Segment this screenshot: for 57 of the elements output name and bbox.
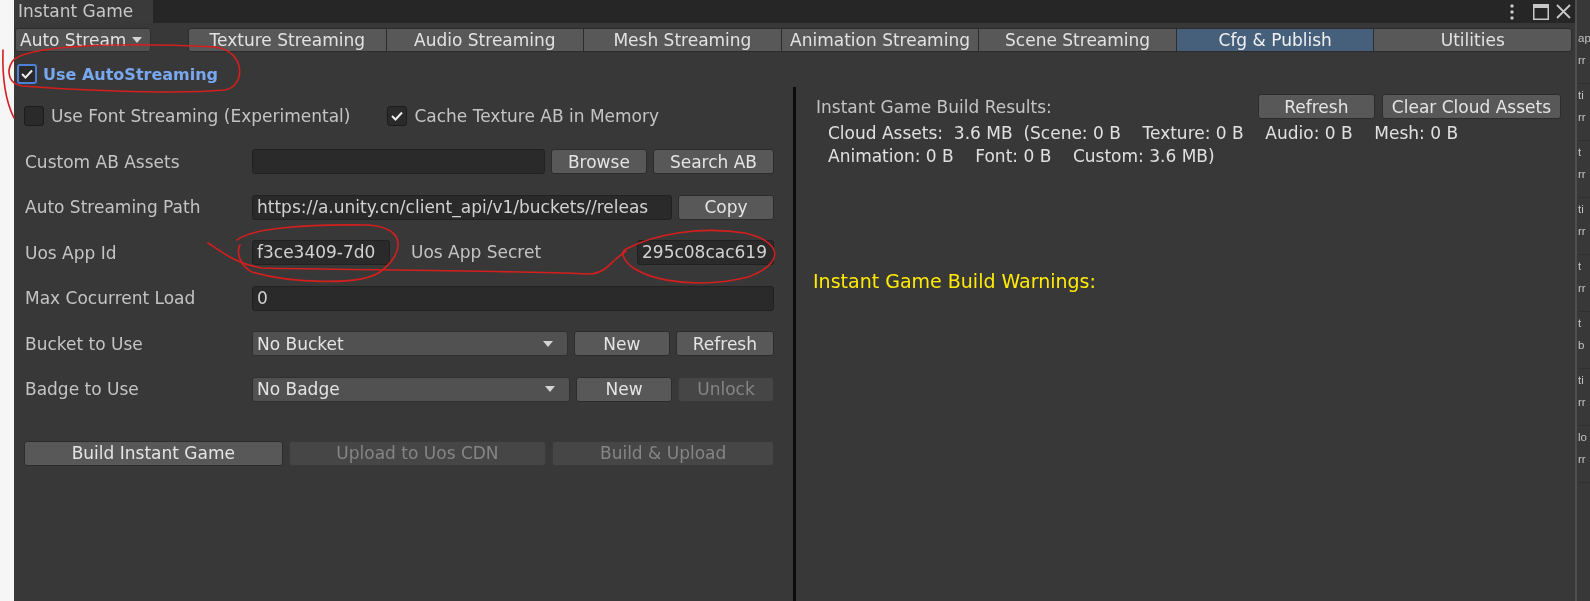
results-button[interactable]: Refresh [1257, 94, 1375, 119]
form-button[interactable]: Copy [678, 194, 774, 220]
kebab-menu-icon[interactable] [1510, 3, 1514, 20]
results-summary: Cloud Assets: 3.6 MB (Scene: 0 B Texture: 0 B Audio: 0 B Mesh: 0 B Animation: 0 B Font: 0 B Custom: 3.6 MB) [827, 122, 1460, 168]
truncated-label: ti rr [1578, 369, 1590, 426]
tab[interactable]: Scene Streaming [978, 28, 1177, 52]
form-button[interactable]: Refresh [675, 331, 774, 357]
tab[interactable]: Mesh Streaming [583, 28, 782, 52]
text-field[interactable]: 0 [252, 285, 774, 311]
action-button[interactable]: Build Instant Game [24, 440, 283, 466]
checkmark-icon [21, 69, 33, 79]
text-field[interactable]: 295c08cac619 [637, 240, 774, 266]
truncated-label: t b [1578, 312, 1590, 369]
tab[interactable]: Animation Streaming [780, 28, 980, 52]
dropdown[interactable]: No Badge [252, 376, 570, 402]
tab[interactable]: Utilities [1373, 28, 1573, 52]
close-icon[interactable] [1556, 4, 1571, 19]
form-button[interactable]: Search AB [652, 149, 774, 174]
form-button[interactable]: New [573, 331, 670, 357]
tab[interactable]: Texture Streaming [188, 28, 387, 52]
checkmark-icon [391, 111, 404, 121]
field-label: Bucket to Use [25, 333, 144, 354]
caret-icon [545, 386, 555, 393]
checkbox[interactable] [17, 64, 37, 84]
form-button[interactable]: New [576, 376, 672, 402]
field-label: Max Cocurrent Load [25, 288, 197, 309]
truncated-label: t rr [1578, 255, 1590, 312]
annotation-stroke [2, 49, 15, 119]
checkbox-label[interactable]: Use AutoStreaming [43, 64, 219, 84]
field-label: Auto Streaming Path [25, 197, 202, 218]
text-field[interactable]: https://a.unity.cn/client_api/v1/buckets//releas [252, 194, 672, 220]
form-button[interactable]: Browse [550, 149, 647, 174]
tab[interactable]: Audio Streaming [385, 28, 585, 52]
truncated-label: lo rr [1578, 426, 1590, 483]
caret-icon [542, 340, 553, 347]
text-field[interactable]: f3ce3409-7d0 [252, 240, 390, 266]
warnings-title: Instant Game Build Warnings: [813, 269, 1097, 293]
dropdown[interactable]: No Bucket [252, 331, 568, 357]
tab[interactable]: Cfg & Publish [1175, 28, 1375, 52]
truncated-label: t rr [1578, 141, 1590, 198]
field-label: Uos App Id [25, 242, 118, 263]
truncated-label: ap rr [1578, 27, 1590, 84]
maximize-icon[interactable] [1533, 3, 1549, 20]
results-button[interactable]: Clear Cloud Assets [1381, 94, 1561, 119]
checkbox-label[interactable]: Use Font Streaming (Experimental) [51, 106, 351, 126]
window-tab[interactable]: Instant Game [14, 0, 153, 23]
checkbox-label[interactable]: Cache Texture AB in Memory [414, 106, 660, 126]
field-label: Uos App Secret [411, 241, 543, 265]
caret-icon [132, 37, 143, 43]
truncated-label: ti rr [1578, 84, 1590, 141]
mode-dropdown[interactable]: Auto Stream [15, 28, 151, 52]
truncated-label: ti rr [1578, 198, 1590, 255]
checkbox[interactable] [387, 106, 408, 126]
section-title: Instant Game Build Results: [816, 96, 1052, 117]
field-label: Custom AB Assets [25, 151, 181, 172]
field-label: Badge to Use [25, 379, 140, 400]
checkbox[interactable] [24, 106, 44, 126]
